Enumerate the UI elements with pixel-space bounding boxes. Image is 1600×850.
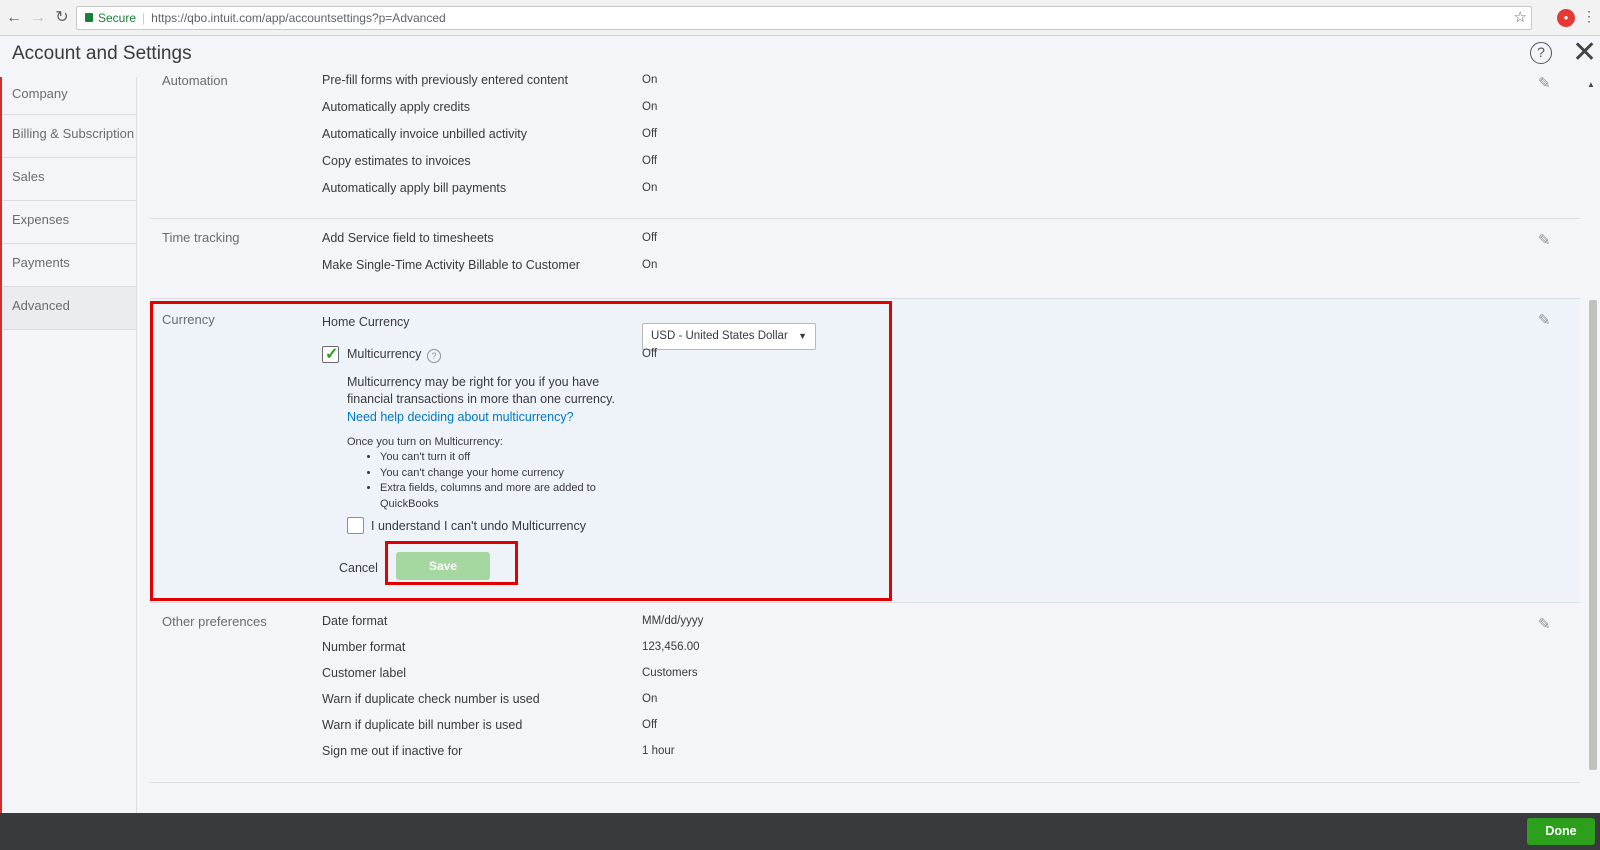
caret-down-icon: ▼ xyxy=(798,331,807,341)
sidebar-item-billing[interactable]: Billing & Subscription xyxy=(2,115,136,158)
settings-content: Automation Pre-fill forms with previousl… xyxy=(150,72,1580,812)
once-text: Once you turn on Multicurrency: xyxy=(347,436,503,448)
row-value: Off xyxy=(642,719,658,731)
currency-section: Currency Home Currency USD - United Stat… xyxy=(150,299,1580,603)
multicurrency-checkbox[interactable]: ✓ xyxy=(322,346,339,363)
done-button[interactable]: Done xyxy=(1527,818,1595,845)
help-icon[interactable]: ? xyxy=(1530,42,1552,64)
pencil-icon[interactable]: ✎ xyxy=(1538,615,1551,633)
cancel-button[interactable]: Cancel xyxy=(339,561,378,575)
warning-list: You can't turn it off You can't change y… xyxy=(368,450,628,512)
understand-checkbox[interactable] xyxy=(347,517,364,534)
time-tracking-section: Time tracking Add Service field to times… xyxy=(150,219,1580,299)
row-value: 1 hour xyxy=(642,745,675,757)
sidebar-item-sales[interactable]: Sales xyxy=(2,158,136,201)
row-label: Pre-fill forms with previously entered c… xyxy=(322,73,568,87)
section-label: Time tracking xyxy=(162,230,240,245)
home-currency-select[interactable]: USD - United States Dollar ▼ xyxy=(642,323,816,350)
row-value: On xyxy=(642,74,658,86)
pencil-icon[interactable]: ✎ xyxy=(1538,74,1551,92)
check-icon: ✓ xyxy=(325,346,339,363)
forward-arrow-icon[interactable]: → xyxy=(28,8,48,28)
row-label: Sign me out if inactive for xyxy=(322,744,463,758)
secure-label: Secure xyxy=(98,11,137,25)
row-label: Warn if duplicate check number is used xyxy=(322,692,540,706)
row-value: On xyxy=(642,182,658,194)
sidebar-item-expenses[interactable]: Expenses xyxy=(2,201,136,244)
multicurrency-label: Multicurrency xyxy=(347,347,422,361)
row-value: 123,456.00 xyxy=(642,641,700,653)
row-value: Customers xyxy=(642,667,698,679)
row-value: On xyxy=(642,259,658,271)
extension-icon[interactable]: ● xyxy=(1557,9,1575,27)
pencil-icon[interactable]: ✎ xyxy=(1538,311,1551,329)
row-value: On xyxy=(642,693,658,705)
sidebar-item-company[interactable]: Company xyxy=(2,77,136,115)
row-label: Date format xyxy=(322,614,388,628)
save-highlight-box: Save xyxy=(385,541,518,585)
footer-bar: Done xyxy=(0,813,1600,850)
section-label: Other preferences xyxy=(162,614,267,629)
home-currency-label: Home Currency xyxy=(322,315,410,329)
page-title: Account and Settings xyxy=(12,43,192,64)
list-item: You can't turn it off xyxy=(380,450,628,466)
row-label: Make Single-Time Activity Billable to Cu… xyxy=(322,258,580,272)
scrollbar-thumb[interactable] xyxy=(1589,300,1597,770)
scroll-up-icon[interactable]: ▲ xyxy=(1587,80,1595,89)
row-label: Add Service field to timesheets xyxy=(322,231,494,245)
close-icon[interactable]: ✕ xyxy=(1572,37,1597,69)
row-label: Warn if duplicate bill number is used xyxy=(322,718,523,732)
multicurrency-description: Multicurrency may be right for you if yo… xyxy=(347,375,615,406)
automation-section: Automation Pre-fill forms with previousl… xyxy=(150,72,1580,219)
save-button[interactable]: Save xyxy=(396,552,490,580)
section-label: Automation xyxy=(162,73,228,88)
sidebar-item-advanced[interactable]: Advanced xyxy=(2,287,136,330)
row-label: Customer label xyxy=(322,666,407,680)
page-header: Account and Settings ? ✕ xyxy=(0,37,1600,77)
understand-label: I understand I can't undo Multicurrency xyxy=(371,519,587,533)
section-label: Currency xyxy=(162,312,215,327)
url-text: https://qbo.intuit.com/app/accountsettin… xyxy=(151,11,446,25)
lock-icon xyxy=(85,13,93,22)
address-separator: | xyxy=(142,11,146,25)
address-bar[interactable]: Secure | https://qbo.intuit.com/app/accoun… xyxy=(76,6,1532,30)
back-arrow-icon[interactable]: ← xyxy=(4,8,24,28)
row-value: Off xyxy=(642,155,658,167)
pencil-icon[interactable]: ✎ xyxy=(1538,231,1551,249)
other-preferences-section: Other preferences Date format MM/dd/yyyy… xyxy=(150,603,1580,783)
row-label: Automatically apply credits xyxy=(322,100,470,114)
reload-icon[interactable]: ↻ xyxy=(52,8,72,28)
home-currency-value: USD - United States Dollar xyxy=(651,330,788,342)
list-item: Extra fields, columns and more are added… xyxy=(380,481,628,512)
browser-menu-icon[interactable]: ⋮ xyxy=(1582,8,1596,25)
list-item: You can't change your home currency xyxy=(380,466,628,482)
settings-sidebar: Company Billing & Subscription Sales Exp… xyxy=(0,77,137,813)
star-icon[interactable]: ☆ xyxy=(1514,7,1527,29)
row-label: Automatically apply bill payments xyxy=(322,181,507,195)
sidebar-item-payments[interactable]: Payments xyxy=(2,244,136,287)
browser-toolbar: ← → ↻ Secure | https://qbo.intuit.com/app/… xyxy=(0,0,1600,36)
row-label: Copy estimates to invoices xyxy=(322,154,471,168)
row-label: Number format xyxy=(322,640,406,654)
row-value: Off xyxy=(642,128,658,140)
question-icon[interactable]: ? xyxy=(427,349,441,363)
row-value: On xyxy=(642,101,658,113)
row-value: MM/dd/yyyy xyxy=(642,615,704,627)
row-label: Automatically invoice unbilled activity xyxy=(322,127,527,141)
row-value: Off xyxy=(642,232,658,244)
multicurrency-value: Off xyxy=(642,348,658,360)
multicurrency-help-link[interactable]: Need help deciding about multicurrency? xyxy=(347,410,574,424)
